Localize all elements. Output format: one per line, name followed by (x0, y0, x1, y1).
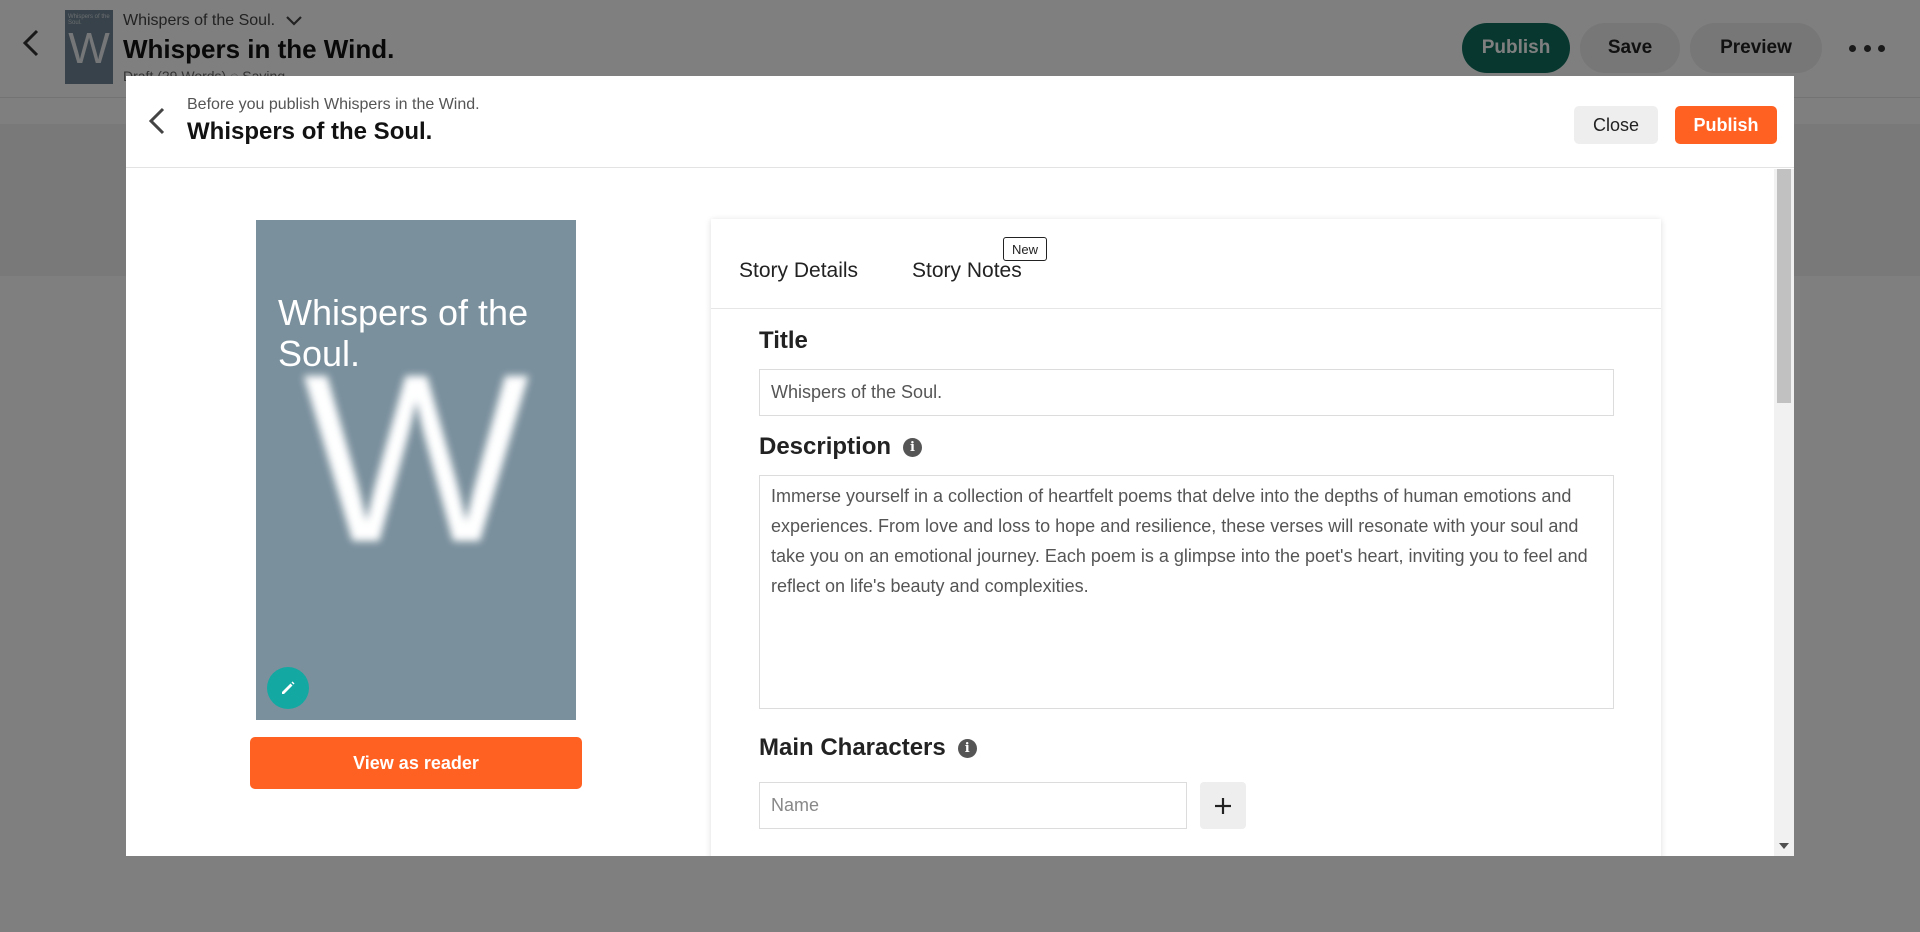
scrollbar-thumb[interactable] (1777, 169, 1791, 403)
modal-header: Before you publish Whispers in the Wind.… (126, 76, 1794, 168)
modal-body: Whispers of the Soul. W View as reader S… (126, 169, 1794, 856)
description-textarea[interactable]: Immerse yourself in a collection of hear… (759, 475, 1614, 709)
title-input[interactable]: Whispers of the Soul. (759, 369, 1614, 416)
description-label: Description i (759, 433, 923, 461)
character-name-input[interactable]: Name (759, 782, 1187, 829)
view-as-reader-button[interactable]: View as reader (250, 737, 582, 789)
story-details-card: Story Details Story Notes New Title Whis… (711, 219, 1661, 856)
story-cover: Whispers of the Soul. W (256, 220, 576, 720)
cover-letter: W (302, 324, 530, 592)
info-icon[interactable]: i (957, 738, 977, 758)
title-label: Title (759, 327, 808, 355)
edit-cover-button[interactable] (267, 667, 309, 709)
chevron-left-icon[interactable] (146, 104, 170, 138)
main-characters-label-text: Main Characters (759, 734, 946, 761)
tab-story-details[interactable]: Story Details (739, 259, 858, 283)
main-characters-label: Main Characters i (759, 734, 977, 762)
add-character-button[interactable] (1200, 782, 1246, 829)
description-label-text: Description (759, 433, 892, 460)
info-icon[interactable]: i (903, 437, 923, 457)
modal-title: Whispers of the Soul. (187, 118, 433, 145)
pencil-icon (282, 681, 295, 694)
tab-bar: Story Details Story Notes New (711, 219, 1661, 309)
close-button[interactable]: Close (1574, 106, 1658, 144)
new-badge: New (1003, 237, 1048, 261)
publish-button[interactable]: Publish (1675, 106, 1777, 144)
scroll-down-arrow-icon[interactable] (1779, 843, 1789, 849)
modal-subtitle: Before you publish Whispers in the Wind. (187, 96, 480, 113)
tab-story-notes[interactable]: Story Notes (912, 259, 1022, 283)
publish-modal: Before you publish Whispers in the Wind.… (126, 76, 1794, 856)
modal-scrollbar[interactable] (1774, 169, 1794, 856)
title-label-text: Title (759, 327, 808, 354)
cover-title: Whispers of the Soul. (278, 292, 529, 374)
plus-icon (1215, 797, 1231, 814)
